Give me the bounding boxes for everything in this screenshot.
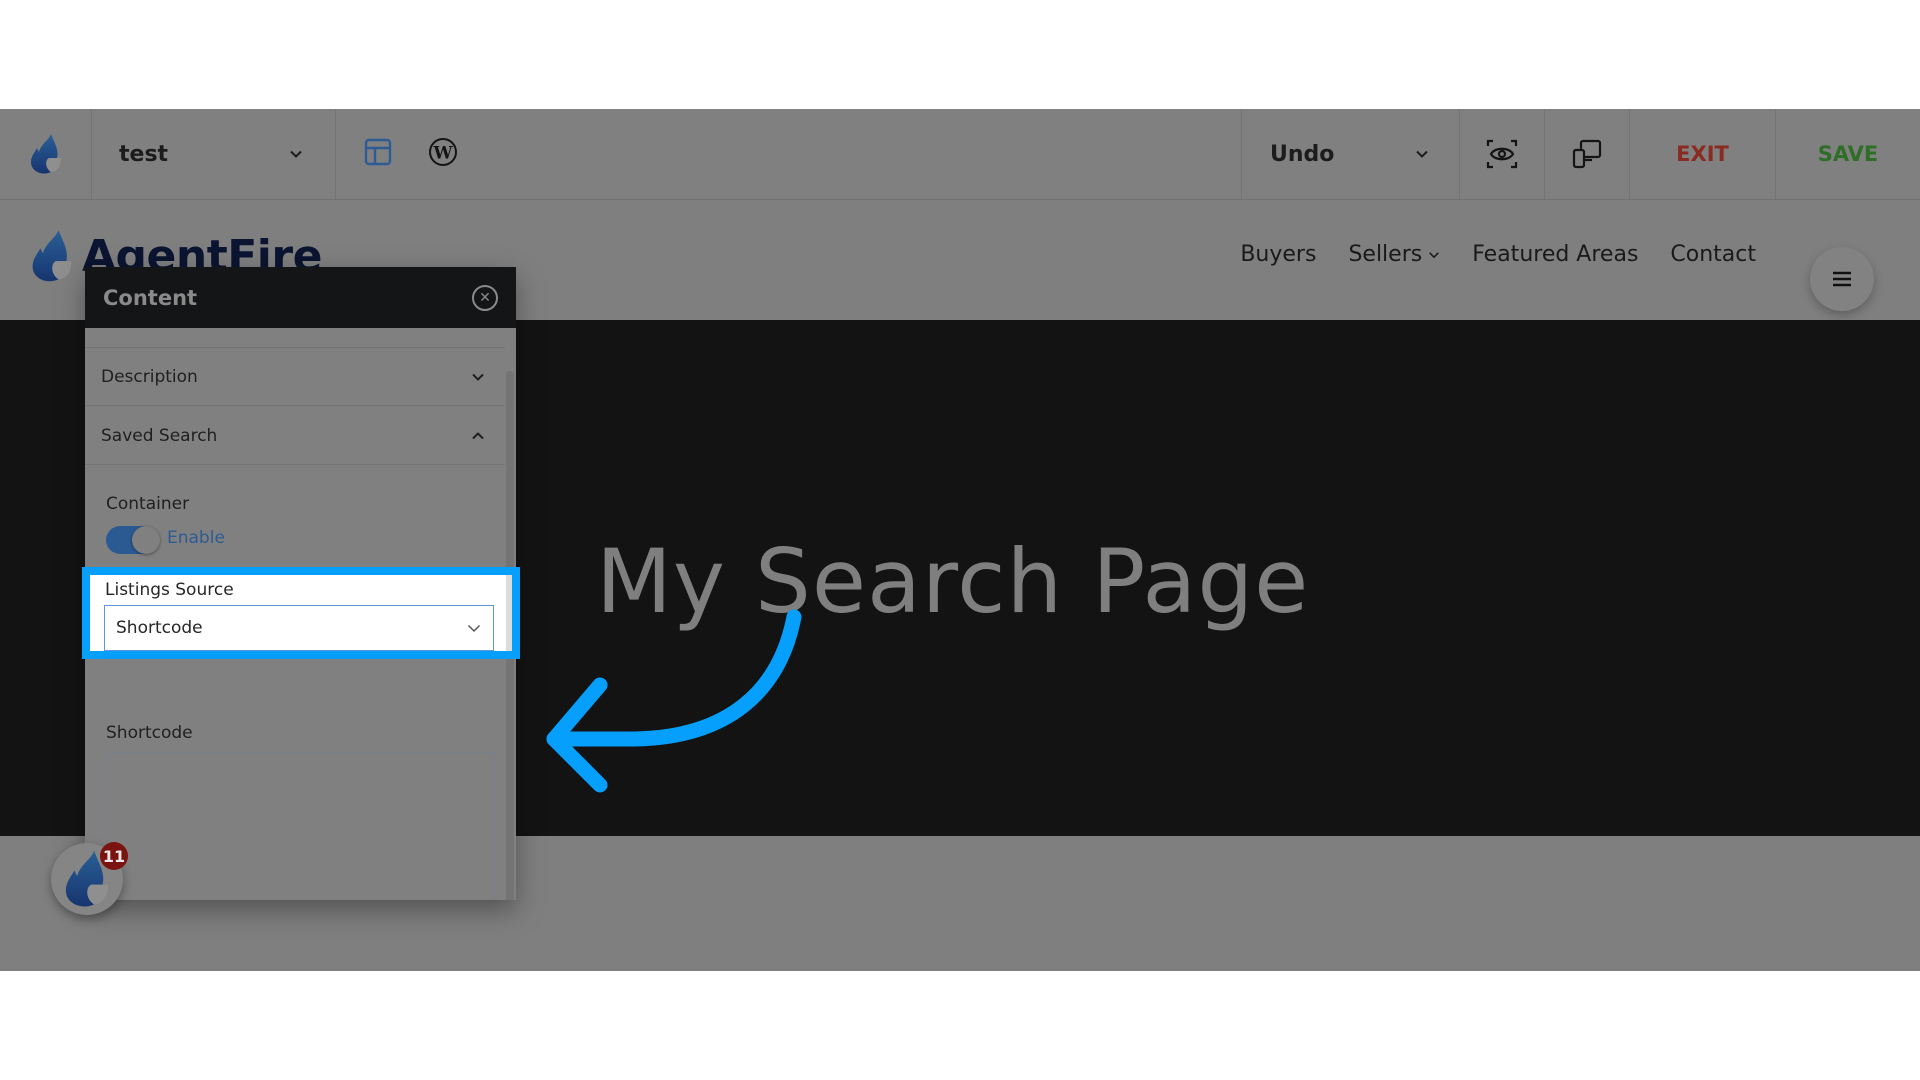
panel-scrollbar-segment xyxy=(506,575,512,651)
editor-toolbar: test W Undo EXIT SAVE xyxy=(0,109,1920,200)
exit-button[interactable]: EXIT xyxy=(1630,109,1776,199)
container-label: Container xyxy=(106,494,190,514)
nav-item-buyers[interactable]: Buyers xyxy=(1240,242,1316,267)
shortcode-label: Shortcode xyxy=(106,723,193,743)
hamburger-icon xyxy=(1833,271,1851,287)
wordpress-icon: W xyxy=(429,138,457,166)
listings-source-highlight: Listings Source Shortcode xyxy=(82,567,520,659)
select-value: Shortcode xyxy=(116,618,203,638)
nav-label: Contact xyxy=(1670,242,1756,267)
chevron-down-icon xyxy=(1416,150,1428,158)
undo-dropdown[interactable]: Undo xyxy=(1242,109,1460,199)
layout-button[interactable] xyxy=(364,138,392,170)
nav-item-sellers[interactable]: Sellers xyxy=(1348,242,1440,267)
close-icon: ✕ xyxy=(479,289,491,306)
menu-button[interactable] xyxy=(1810,247,1874,311)
agentfire-flame-icon xyxy=(32,230,72,282)
page-selector-dropdown[interactable]: test xyxy=(92,109,336,199)
chevron-down-icon xyxy=(290,150,302,158)
container-enable-toggle[interactable] xyxy=(106,526,160,554)
nav-item-contact[interactable]: Contact xyxy=(1670,242,1756,267)
wordpress-button[interactable]: W xyxy=(428,137,458,171)
panel-title: Content xyxy=(103,285,198,310)
page-name: test xyxy=(119,141,169,167)
nav-item-featured-areas[interactable]: Featured Areas xyxy=(1472,242,1638,267)
undo-label: Undo xyxy=(1270,141,1335,167)
layout-icon xyxy=(364,138,392,166)
shortcode-textarea[interactable] xyxy=(106,752,495,900)
site-nav: Buyers Sellers Featured Areas Contact xyxy=(1240,242,1756,267)
content-panel-header: Content ✕ xyxy=(85,267,516,328)
responsive-devices-icon xyxy=(1572,139,1602,169)
hero-title: My Search Page xyxy=(596,530,1310,633)
responsive-view-button[interactable] xyxy=(1545,109,1630,199)
accordion-saved-search[interactable]: Saved Search xyxy=(85,407,505,465)
accordion-label: Saved Search xyxy=(101,425,218,446)
agentfire-logo-button[interactable] xyxy=(0,109,92,199)
chevron-up-icon xyxy=(472,431,484,439)
notification-badge: 11 xyxy=(100,842,128,870)
nav-label: Sellers xyxy=(1348,242,1423,267)
accordion-label: Description xyxy=(101,366,198,387)
toggle-knob xyxy=(132,526,160,554)
close-panel-button[interactable]: ✕ xyxy=(472,284,498,311)
preview-eye-icon xyxy=(1486,139,1518,169)
chevron-down-icon xyxy=(467,624,481,633)
svg-text:W: W xyxy=(432,144,453,164)
chevron-down-icon xyxy=(1429,251,1440,258)
editor-screen: test W Undo EXIT SAVE AgentFire Buyers S… xyxy=(0,109,1920,971)
preview-button[interactable] xyxy=(1460,109,1545,199)
nav-label: Buyers xyxy=(1240,242,1317,267)
listings-source-select[interactable]: Shortcode xyxy=(104,605,494,651)
nav-label: Featured Areas xyxy=(1472,242,1639,267)
save-button[interactable]: SAVE xyxy=(1776,109,1920,199)
agentfire-flame-icon xyxy=(30,134,61,174)
chevron-down-icon xyxy=(472,373,484,381)
toolbar-tools: W xyxy=(336,109,1242,199)
accordion-description[interactable]: Description xyxy=(85,348,505,406)
listings-source-label: Listings Source xyxy=(105,580,234,600)
toggle-label: Enable xyxy=(167,528,225,548)
